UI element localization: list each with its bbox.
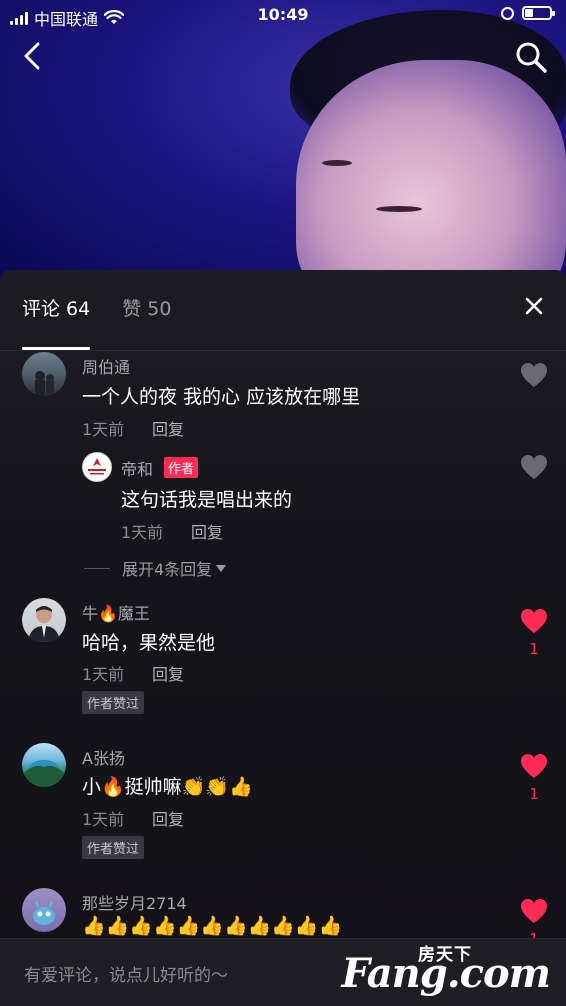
author-liked-badge: 作者赞过: [82, 836, 145, 859]
video-face: [296, 60, 566, 290]
like-button[interactable]: 1: [520, 898, 548, 948]
comment-text: 小🔥挺帅嘛👏👏👍: [82, 776, 253, 798]
tab-comments[interactable]: 评论 64: [22, 294, 90, 321]
avatar[interactable]: [22, 352, 66, 396]
like-button[interactable]: 1: [520, 753, 548, 803]
comment-input[interactable]: 有爱评论，说点儿好听的～: [24, 961, 228, 986]
comment-author[interactable]: 周伯通: [82, 354, 130, 378]
status-bar: 中国联通 10:49: [0, 0, 566, 30]
comment-tabs: 评论 64 赞 50: [22, 294, 171, 321]
comment-author[interactable]: 牛🔥魔王: [82, 600, 150, 624]
reply-time: 1天前: [121, 523, 164, 542]
search-icon[interactable]: [514, 40, 548, 74]
reply-text: 这句话我是唱出来的: [121, 489, 293, 511]
comment-time: 1天前: [82, 810, 125, 829]
comment-author[interactable]: 那些岁月2714: [82, 890, 187, 914]
reply-button[interactable]: 回复: [152, 806, 184, 830]
heart-icon: [521, 363, 547, 387]
avatar[interactable]: [22, 888, 66, 932]
comment-text: 哈哈，果然是他: [82, 632, 216, 654]
comment-time: 1天前: [82, 665, 125, 684]
status-time: 10:49: [257, 5, 309, 24]
expand-label: 展开4条回复: [122, 560, 213, 579]
video-eye-left: [376, 206, 422, 212]
like-count: 1: [529, 785, 539, 803]
like-button[interactable]: 1: [520, 608, 548, 658]
tab-divider: [0, 350, 566, 351]
reply-button[interactable]: 回复: [152, 661, 184, 685]
avatar-image: [33, 900, 55, 925]
comment-text: 一个人的夜 我的心 应该放在哪里: [82, 386, 361, 408]
expand-replies-button[interactable]: 展开4条回复: [84, 556, 227, 580]
triangle-down-icon: [216, 564, 227, 572]
battery-icon: [522, 6, 555, 20]
reply-author[interactable]: 帝和: [121, 456, 153, 480]
orientation-lock-icon: [501, 6, 514, 20]
expand-line: [84, 567, 110, 569]
video-eye-right: [322, 160, 352, 166]
comment-time: 1天前: [82, 420, 125, 439]
like-button[interactable]: [520, 454, 548, 494]
comment-text: 👍👍👍👍👍👍👍👍👍👍👍: [82, 915, 343, 937]
avatar-image: [35, 371, 54, 396]
like-button[interactable]: [520, 362, 548, 402]
heart-icon: [521, 899, 547, 923]
watermark-logo: 房天下 Fang.com: [342, 940, 554, 1002]
reply-button[interactable]: 回复: [152, 416, 184, 440]
comment-author[interactable]: A张扬: [82, 745, 125, 769]
reply-button[interactable]: 回复: [191, 519, 223, 543]
avatar-logo: [88, 458, 106, 475]
avatar[interactable]: [22, 598, 66, 642]
avatar[interactable]: [82, 452, 112, 482]
video-background: [0, 0, 566, 290]
avatar-image: [28, 606, 60, 642]
heart-icon: [521, 455, 547, 479]
back-icon[interactable]: [18, 40, 50, 72]
close-icon[interactable]: [522, 294, 546, 318]
avatar[interactable]: [22, 743, 66, 787]
heart-icon: [521, 609, 547, 633]
author-liked-badge: 作者赞过: [82, 691, 145, 714]
watermark-main: Fang.com: [341, 950, 551, 997]
avatar-image: [24, 760, 64, 787]
like-count: 1: [529, 640, 539, 658]
tab-likes[interactable]: 赞 50: [122, 294, 171, 321]
heart-icon: [521, 754, 547, 778]
author-badge: 作者: [164, 457, 199, 478]
